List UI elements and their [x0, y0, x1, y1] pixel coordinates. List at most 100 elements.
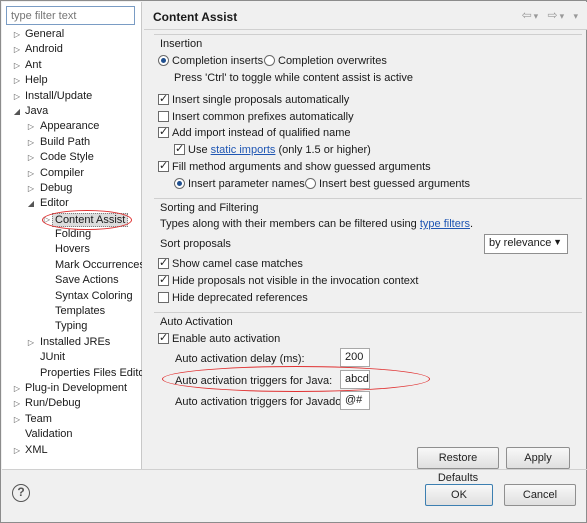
view-menu-icon[interactable]: ▾: [573, 11, 579, 21]
tree-item-label: Appearance: [40, 120, 100, 133]
javadoc-triggers-input[interactable]: @#: [340, 391, 370, 410]
tree-item[interactable]: Syntax Coloring: [2, 289, 142, 304]
completion-inserts-radio[interactable]: Completion inserts: [158, 54, 263, 69]
tree-item-label: JUnit: [40, 351, 66, 364]
apply-button[interactable]: Apply: [506, 447, 570, 469]
tree-item[interactable]: Hovers: [2, 242, 142, 257]
back-menu-icon[interactable]: ▾: [534, 11, 540, 21]
add-import-checkbox[interactable]: Add import instead of qualified name: [158, 125, 351, 141]
cancel-button[interactable]: Cancel: [504, 484, 576, 506]
sorting-group-title: Sorting and Filtering: [160, 202, 259, 214]
collapsed-arrow-icon[interactable]: ▷: [12, 396, 22, 411]
use-static-imports-checkbox[interactable]: Use static imports (only 1.5 or higher): [174, 142, 371, 158]
forward-arrow-icon[interactable]: ⇨: [548, 8, 559, 22]
filter-input[interactable]: [6, 6, 135, 25]
collapsed-arrow-icon[interactable]: ▷: [12, 27, 22, 42]
tree-item-label: Editor: [40, 197, 69, 210]
collapsed-arrow-icon[interactable]: ▷: [26, 335, 36, 350]
collapsed-arrow-icon[interactable]: ▷: [26, 135, 36, 150]
sort-proposals-label: Sort proposals: [160, 238, 231, 250]
collapsed-arrow-icon[interactable]: ▷: [26, 166, 36, 181]
sorting-description: Types along with their members can be fi…: [160, 218, 474, 230]
collapsed-arrow-icon[interactable]: ▷: [12, 73, 22, 88]
ok-button[interactable]: OK: [425, 484, 493, 506]
expanded-arrow-icon[interactable]: ◢: [12, 104, 22, 119]
tree-item[interactable]: ▷ Install/Update: [2, 89, 142, 104]
checkbox-icon: [158, 159, 169, 174]
preferences-tree: ▷ General ▷ Android ▷ Ant ▷ Help ▷ Install/Update…: [2, 27, 142, 458]
tree-item-label: Help: [25, 74, 48, 87]
collapsed-arrow-icon[interactable]: ▷: [12, 42, 22, 57]
collapsed-arrow-icon[interactable]: ▷: [12, 89, 22, 104]
tree-item[interactable]: ▷ XML: [2, 443, 142, 458]
collapsed-arrow-icon[interactable]: ▷: [26, 181, 36, 196]
tree-item-label: Install/Update: [25, 89, 93, 102]
insert-common-checkbox[interactable]: Insert common prefixes automatically: [158, 110, 354, 125]
help-icon[interactable]: ?: [12, 484, 30, 502]
tree-item[interactable]: Mark Occurrences: [2, 258, 142, 273]
collapsed-arrow-icon[interactable]: ▷: [26, 150, 36, 165]
insert-param-names-radio[interactable]: Insert parameter names: [174, 177, 305, 192]
tree-item[interactable]: Typing: [2, 319, 142, 334]
type-filters-link[interactable]: type filters: [420, 218, 470, 230]
tree-item-label: Team: [25, 412, 52, 425]
insert-best-guessed-radio[interactable]: Insert best guessed arguments: [305, 177, 470, 192]
tree-item[interactable]: Properties Files Edito: [2, 366, 142, 381]
static-imports-link[interactable]: static imports: [211, 144, 276, 156]
checkbox-icon: [158, 273, 169, 288]
hide-deprecated-checkbox[interactable]: Hide deprecated references: [158, 291, 308, 306]
camel-case-checkbox[interactable]: Show camel case matches: [158, 256, 303, 272]
insert-single-checkbox[interactable]: Insert single proposals automatically: [158, 92, 349, 108]
tree-item-label: Build Path: [40, 135, 91, 148]
tree-item-label: Hovers: [55, 243, 90, 256]
expanded-arrow-icon[interactable]: ◢: [26, 196, 36, 211]
page-header: Content Assist ⇦▾ ⇨▾ ▾: [144, 2, 587, 30]
checkbox-icon: [158, 256, 169, 271]
delay-input[interactable]: 200: [340, 348, 370, 367]
tree-item[interactable]: ◢ Java: [2, 104, 142, 119]
tree-item[interactable]: ▷ Debug: [2, 181, 142, 196]
collapsed-arrow-icon[interactable]: ▷: [12, 381, 22, 396]
radio-button-icon: [264, 55, 275, 66]
radio-button-icon: [158, 55, 169, 66]
sort-proposals-select[interactable]: by relevance ▼: [484, 234, 568, 254]
tree-item[interactable]: ▷ Ant: [2, 58, 142, 73]
checkbox-icon: [158, 331, 169, 346]
tree-item[interactable]: ▷ Android: [2, 42, 142, 57]
tree-item[interactable]: ▷ Code Style: [2, 150, 142, 165]
tree-item-label: Compiler: [40, 166, 85, 179]
back-arrow-icon[interactable]: ⇦: [522, 8, 533, 22]
checkbox-icon: [158, 92, 169, 107]
restore-defaults-button[interactable]: Restore Defaults: [417, 447, 499, 484]
collapsed-arrow-icon[interactable]: ▷: [12, 443, 22, 458]
tree-item[interactable]: Templates: [2, 304, 142, 319]
tree-item[interactable]: Validation: [2, 427, 142, 442]
tree-item-label: Plug-in Development: [25, 381, 128, 394]
tree-item[interactable]: ▷ Installed JREs: [2, 335, 142, 350]
tree-item[interactable]: ▷ General: [2, 27, 142, 42]
fill-args-checkbox[interactable]: Fill method arguments and show guessed a…: [158, 159, 431, 175]
tree-item[interactable]: ▷ Build Path: [2, 135, 142, 150]
tree-item[interactable]: ▷ Appearance: [2, 119, 142, 134]
tree-item[interactable]: ▷ Help: [2, 73, 142, 88]
tree-item-label: Properties Files Edito: [40, 366, 142, 379]
collapsed-arrow-icon[interactable]: ▷: [26, 119, 36, 134]
tree-item-label: Templates: [55, 305, 106, 318]
enable-auto-activation-checkbox[interactable]: Enable auto activation: [158, 331, 280, 347]
collapsed-arrow-icon[interactable]: ▷: [12, 412, 22, 427]
tree-item[interactable]: ▷ Compiler: [2, 166, 142, 181]
tree-item[interactable]: ▷ Team: [2, 412, 142, 427]
tree-item[interactable]: ◢ Editor: [2, 196, 142, 211]
completion-overwrites-radio[interactable]: Completion overwrites: [264, 54, 387, 69]
tree-item[interactable]: ▷ Run/Debug: [2, 396, 142, 411]
forward-menu-icon[interactable]: ▾: [560, 11, 566, 21]
tree-item[interactable]: ▷ Plug-in Development: [2, 381, 142, 396]
preferences-dialog: ▷General▷Android▷Ant▷Help▷Install/Update…: [0, 0, 587, 523]
tree-item[interactable]: Save Actions: [2, 273, 142, 288]
tree-item[interactable]: JUnit: [2, 350, 142, 365]
collapsed-arrow-icon[interactable]: ▷: [12, 58, 22, 73]
annotation-ellipse-java-triggers: [162, 366, 430, 392]
javadoc-triggers-label: Auto activation triggers for Javadoc:: [175, 396, 350, 408]
hide-not-visible-checkbox[interactable]: Hide proposals not visible in the invoca…: [158, 273, 418, 289]
page-title: Content Assist: [153, 10, 238, 24]
